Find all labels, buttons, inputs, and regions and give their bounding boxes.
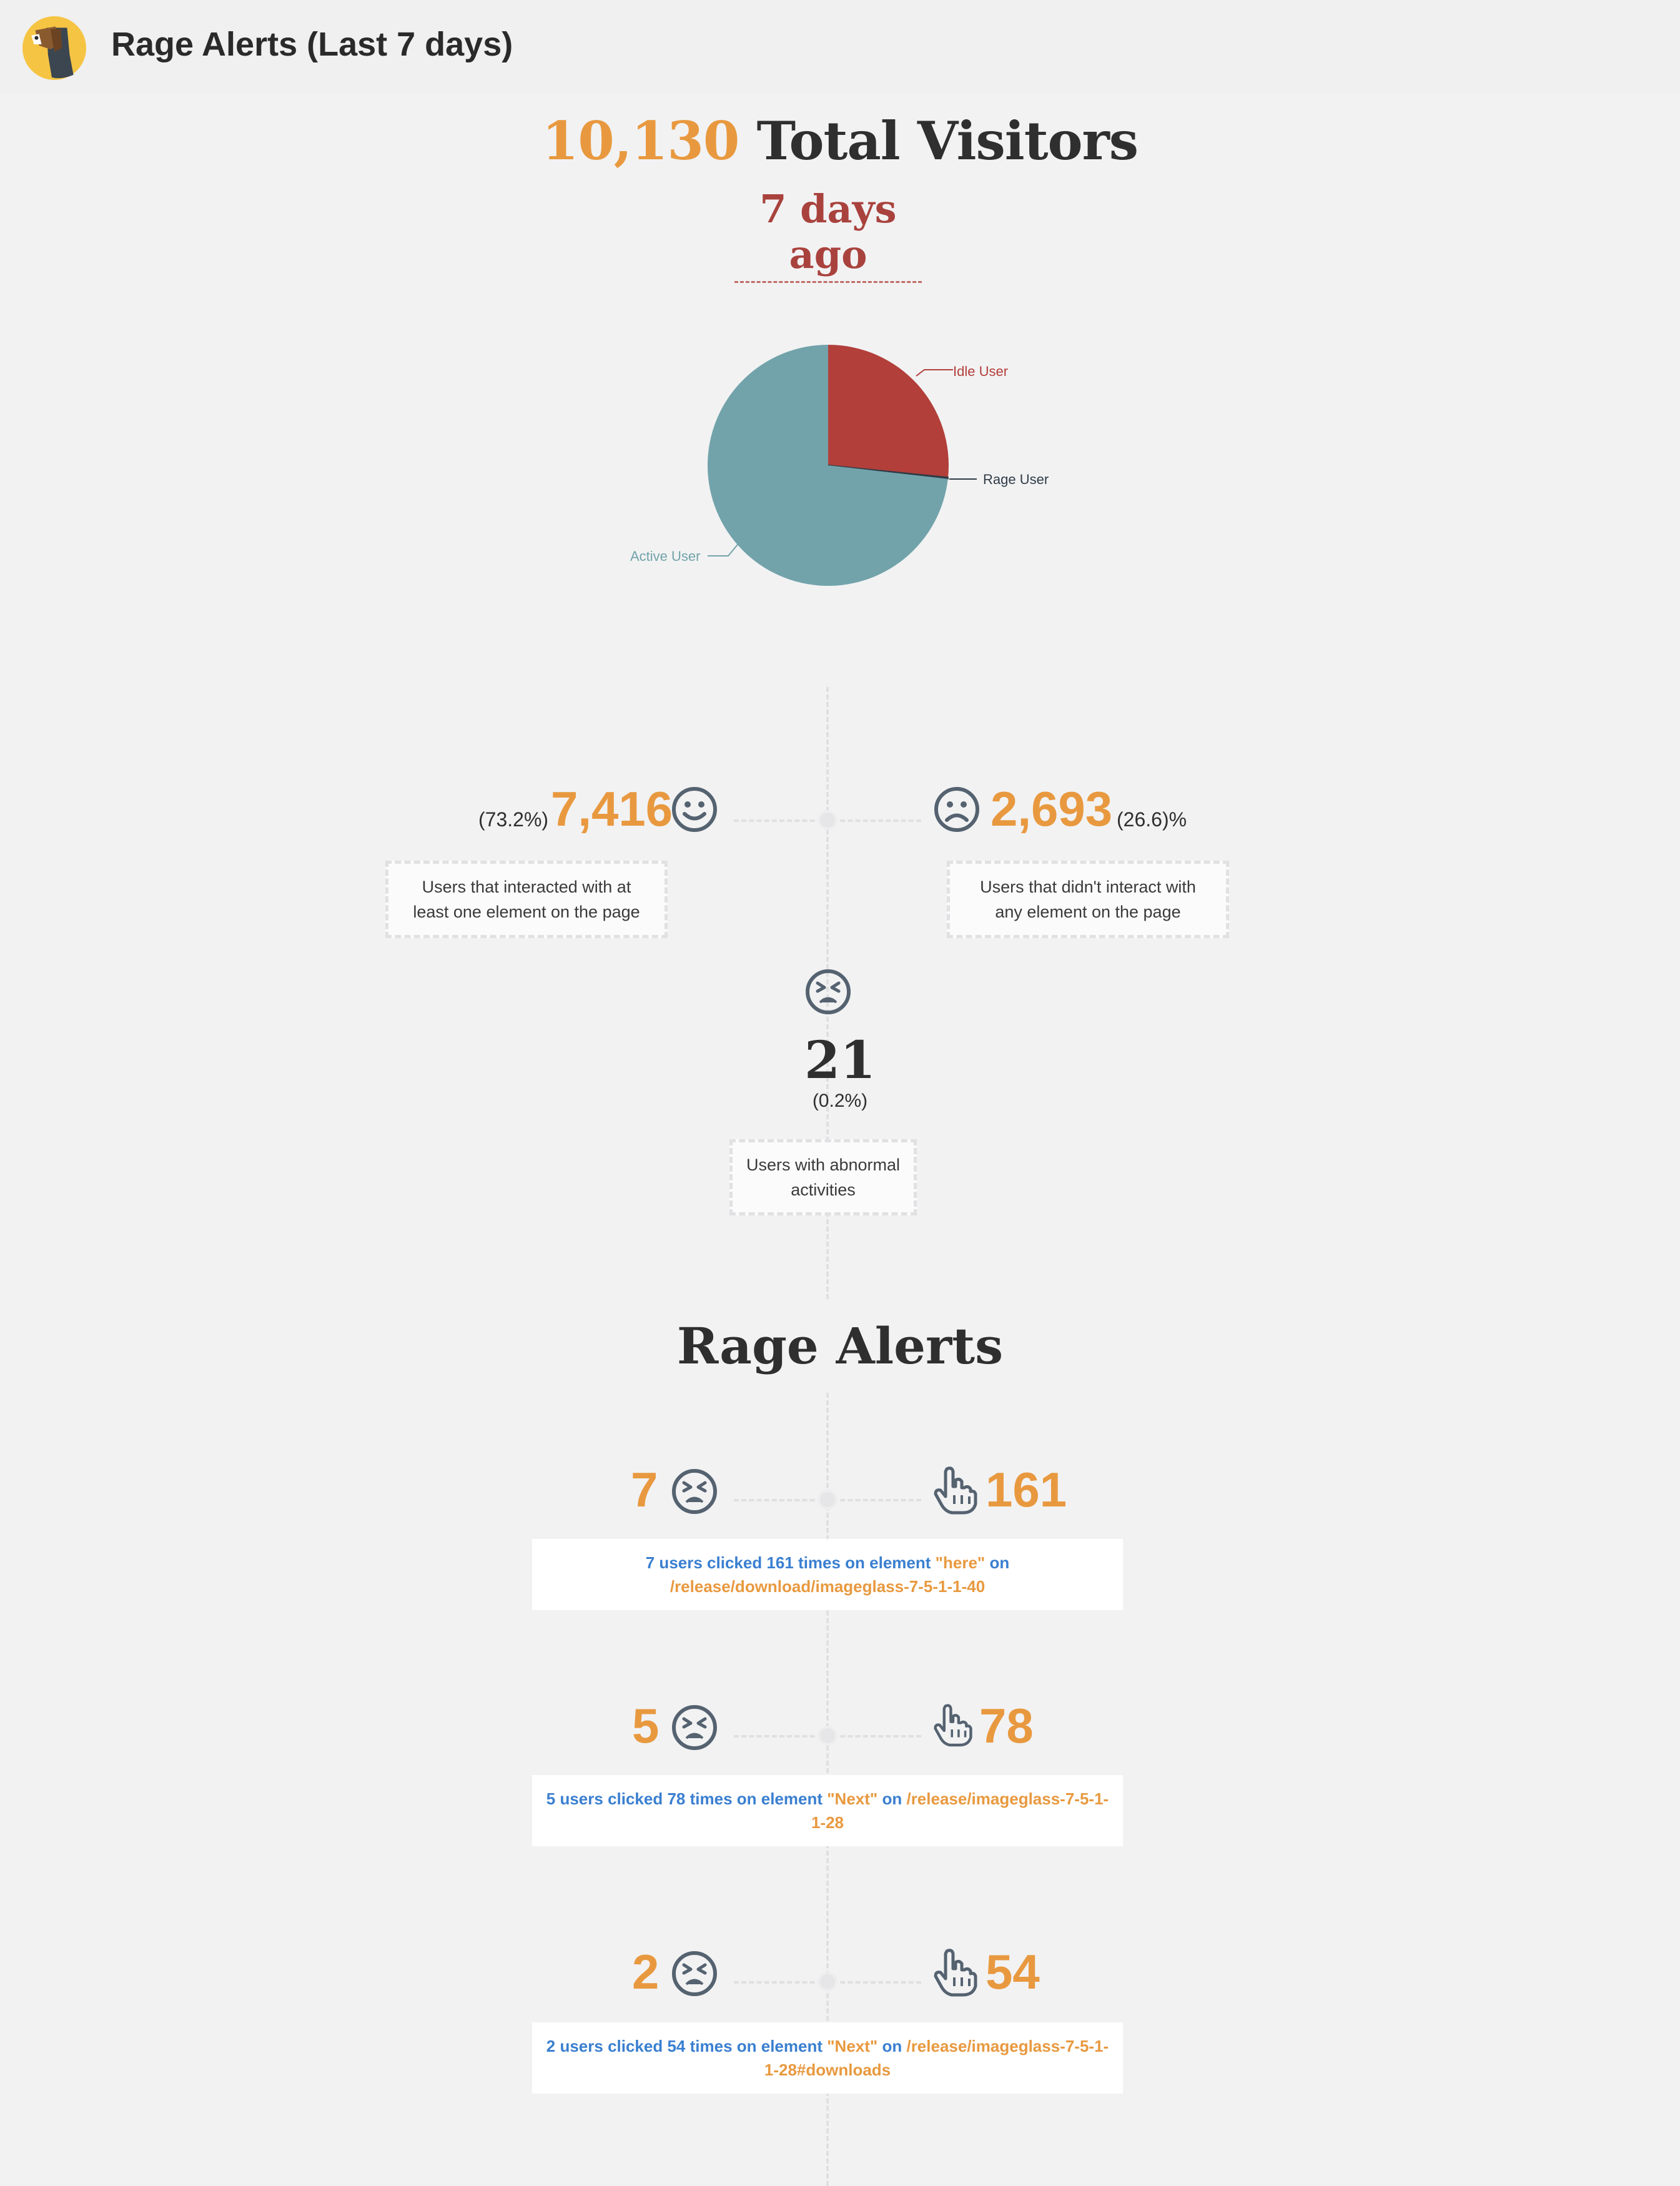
angry-face-icon [672,1469,717,1514]
period-selector[interactable]: 7 days ago [734,186,922,283]
pointer-hand-icon [934,1704,972,1747]
alert-clicks-count: 54 [986,1944,1040,1999]
pie-label-idle: Idle User [953,364,1008,379]
pie-label-rage: Rage User [983,472,1049,487]
rage-users-percent: (0.2%) [812,1091,868,1111]
pie-slices [708,345,949,586]
frown-icon [934,787,979,832]
alert-element-name: "here" [935,1553,986,1572]
rage-users-description: Users with abnormal activities [729,1139,917,1215]
alert-node [818,1726,838,1746]
pointer-hand-icon [934,1949,977,1997]
pointer-hand-icon [934,1466,977,1515]
alert-page-path[interactable]: /release/download/imageglass-7-5-1-1-40 [670,1577,985,1596]
alert-users-count: 2 [632,1944,660,1999]
alert-detail-on: on [877,1789,907,1808]
alert-detail[interactable]: 2 users clicked 54 times on element "Nex… [532,2022,1123,2094]
smile-icon [672,787,717,832]
angry-face-icon [672,1705,717,1750]
alert-clicks-count: 78 [979,1698,1034,1753]
total-visitors-count: 10,130 [541,110,739,172]
alert-users-count: 7 [631,1462,658,1517]
alert-element-name: "Next" [827,1789,878,1808]
app-header: Rage Alerts (Last 7 days) [0,0,1680,94]
alert-node [818,1972,838,1992]
alert-element-name: "Next" [827,2037,878,2055]
alert-detail[interactable]: 5 users clicked 78 times on element "Nex… [532,1775,1123,1846]
alert-clicks-count: 161 [986,1462,1067,1517]
alert-detail[interactable]: 7 users clicked 161 times on element "he… [532,1539,1123,1610]
alert-detail-on: on [877,2037,907,2055]
stats-node [818,810,838,830]
total-visitors: 10,130 Total Visitors [0,110,1680,172]
idle-users-count: 2,693 [991,781,1113,836]
alert-detail-text: 2 users clicked 54 times on element [546,2037,828,2055]
page-title: Rage Alerts (Last 7 days) [111,26,513,63]
idle-users-description: Users that didn't interact with any elem… [947,861,1229,938]
dog-logo-icon[interactable] [22,16,86,80]
rage-users-count: 21 [804,1031,876,1091]
user-type-pie-chart: Idle User Rage User Active User [630,345,1049,586]
idle-users-percent: (26.6)% [1117,808,1187,831]
alert-users-count: 5 [632,1698,660,1753]
alert-detail-on: on [985,1553,1010,1572]
angry-face-icon [806,969,851,1014]
alert-detail-text: 5 users clicked 78 times on element [546,1789,828,1808]
active-users-description: Users that interacted with at least one … [385,861,668,938]
angry-face-icon [672,1951,717,1996]
rage-alerts-title: Rage Alerts [676,1317,1004,1375]
alert-node [818,1490,838,1510]
active-users-count: 7,416 [551,781,673,836]
pie-label-active: Active User [630,548,700,564]
alert-detail-text: 7 users clicked 161 times on element [645,1553,936,1572]
total-visitors-label: Total Visitors [756,110,1139,172]
active-users-percent: (73.2%) [478,808,549,831]
pie-slice-idle[interactable] [828,345,949,478]
